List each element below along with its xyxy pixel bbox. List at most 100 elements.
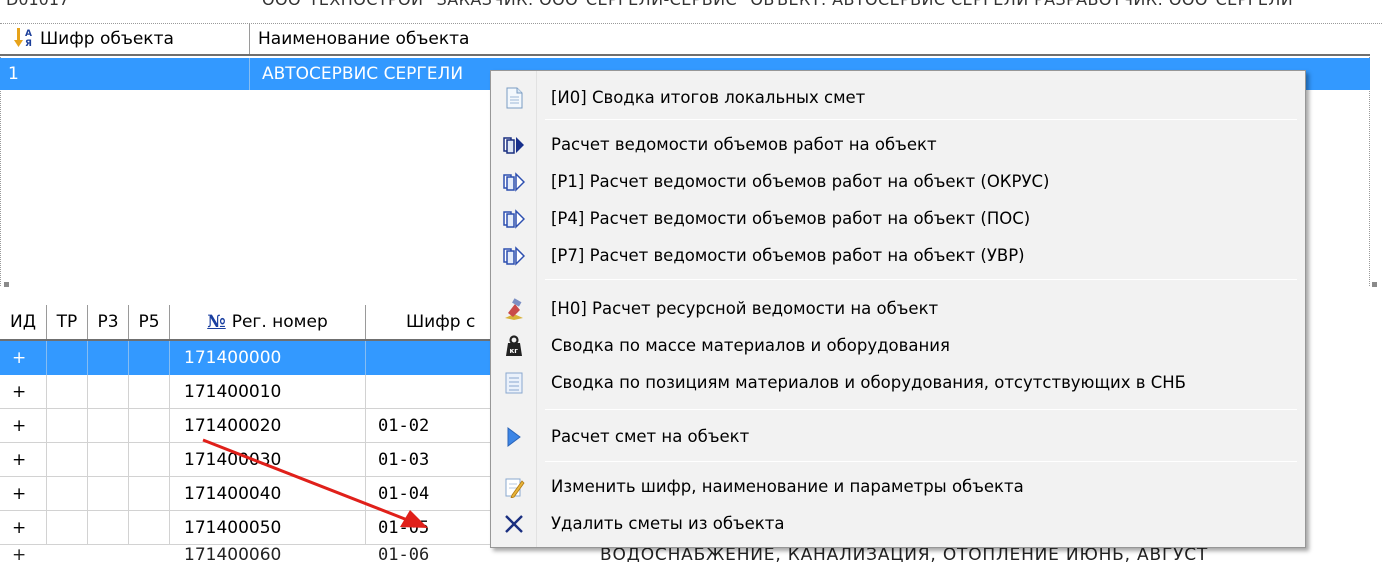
menu-item-calc-volumes-okrus[interactable]: [Р1] Расчет ведомости объемов работ на о… bbox=[493, 165, 1303, 199]
row-id-cell: + bbox=[0, 477, 47, 511]
menu-item-label: Расчет смет на объект bbox=[551, 427, 750, 446]
row-cipher-cell: 01-02 bbox=[378, 416, 430, 436]
estimate-grid-header: ИД ТР Р3 Р5 № Рег. номер Шифр с bbox=[0, 305, 490, 341]
svg-text:Я: Я bbox=[25, 39, 32, 48]
row-id-cell: + bbox=[0, 375, 47, 409]
row-r3-cell bbox=[88, 375, 129, 409]
row-id-cell: + bbox=[0, 443, 47, 477]
menu-separator bbox=[545, 119, 1297, 120]
row-reg-cell: 171400050 bbox=[170, 511, 366, 545]
calc-volume-icon bbox=[503, 209, 525, 229]
column-label: Наименование объекта bbox=[258, 29, 470, 49]
row-tr-cell bbox=[47, 477, 88, 511]
number-sign-icon: № bbox=[207, 312, 226, 332]
document-icon bbox=[506, 87, 523, 109]
column-header-cipher[interactable]: Шифр с bbox=[366, 305, 490, 339]
context-menu: [И0] Сводка итогов локальных смет Расчет… bbox=[490, 70, 1306, 548]
menu-item-calc-volumes-uvr[interactable]: [Р7] Расчет ведомости объемов работ на о… bbox=[493, 239, 1303, 273]
sort-icon: А Я bbox=[14, 28, 32, 48]
row-cipher-cell bbox=[366, 375, 490, 409]
menu-item-label: Расчет ведомости объемов работ на объект bbox=[551, 135, 937, 154]
svg-text:кг: кг bbox=[510, 347, 519, 355]
column-header-reg-number[interactable]: № Рег. номер bbox=[170, 305, 366, 339]
column-header-object-code[interactable]: А Я Шифр объекта bbox=[0, 24, 250, 54]
row-id-cell: + bbox=[0, 511, 47, 545]
row-cipher-cell: 01-04 bbox=[378, 484, 430, 504]
row-r5-cell bbox=[129, 443, 170, 477]
svg-text:А: А bbox=[25, 29, 32, 39]
menu-separator bbox=[545, 279, 1297, 280]
menu-item-label: Изменить шифр, наименование и параметры … bbox=[551, 477, 1024, 496]
row-tr-cell bbox=[47, 409, 88, 443]
row-r5-cell bbox=[129, 341, 170, 375]
menu-item-calc-estimates[interactable]: Расчет смет на объект bbox=[493, 420, 1303, 454]
menu-item-calc-resources[interactable]: [Н0] Расчет ресурсной ведомости на объек… bbox=[493, 292, 1303, 326]
menu-item-delete-estimates[interactable]: Удалить сметы из объекта bbox=[493, 507, 1303, 541]
row-reg-cell: 171400000 bbox=[170, 341, 366, 375]
menu-item-label: Сводка по массе материалов и оборудовани… bbox=[551, 336, 950, 355]
row-r5-cell bbox=[129, 477, 170, 511]
menu-item-calc-volumes-pos[interactable]: [Р4] Расчет ведомости объемов работ на о… bbox=[493, 202, 1303, 236]
row-r3-cell bbox=[88, 409, 129, 443]
table-row[interactable]: + 171400010 bbox=[0, 375, 490, 409]
row-r5-cell bbox=[129, 511, 170, 545]
column-label: Рег. номер bbox=[231, 312, 328, 332]
table-row[interactable]: + 171400050 01-05 bbox=[0, 511, 490, 545]
row-tr-cell bbox=[47, 443, 88, 477]
row-reg-cell: 171400040 bbox=[170, 477, 366, 511]
menu-separator bbox=[545, 409, 1297, 410]
table-row[interactable]: + 171400030 01-03 bbox=[0, 443, 490, 477]
menu-item-edit-object[interactable]: Изменить шифр, наименование и параметры … bbox=[493, 470, 1303, 504]
column-header-r5[interactable]: Р5 bbox=[129, 305, 170, 339]
object-name-cell: АВТОСЕРВИС СЕРГЕЛИ bbox=[262, 64, 464, 84]
row-reg-cell: 171400030 bbox=[170, 443, 366, 477]
row-reg-cell: 171400060 bbox=[184, 545, 282, 562]
table-row[interactable]: + 171400000 bbox=[0, 341, 490, 375]
menu-item-missing-snb-summary[interactable]: Сводка по позициям материалов и оборудов… bbox=[493, 366, 1303, 400]
list-icon bbox=[505, 372, 523, 394]
row-cipher-cell: 01-05 bbox=[378, 518, 430, 538]
object-grid-header: А Я Шифр объекта Наименование объекта bbox=[0, 24, 1370, 56]
menu-item-calc-volumes[interactable]: Расчет ведомости объемов работ на объект bbox=[493, 128, 1303, 162]
menu-item-label: [Р4] Расчет ведомости объемов работ на о… bbox=[551, 209, 1031, 228]
splitter-handle-right[interactable] bbox=[1372, 282, 1377, 287]
row-tr-cell bbox=[47, 511, 88, 545]
delete-icon bbox=[505, 515, 523, 533]
menu-item-label: [Р1] Расчет ведомости объемов работ на о… bbox=[551, 172, 1050, 191]
column-header-id[interactable]: ИД bbox=[0, 305, 47, 339]
splitter-handle-left[interactable] bbox=[4, 282, 9, 287]
menu-item-label: Сводка по позициям материалов и оборудов… bbox=[551, 373, 1186, 392]
menu-separator bbox=[545, 461, 1297, 462]
menu-item-label: [Н0] Расчет ресурсной ведомости на объек… bbox=[551, 299, 939, 318]
row-id-cell: + bbox=[12, 545, 27, 562]
play-icon bbox=[507, 427, 521, 447]
title-strip: D01017 ООО"ТЕХНОСТРОЙ" ЗАКАЗЧИК: ООО"СЕР… bbox=[0, 0, 1382, 24]
resources-icon bbox=[505, 298, 523, 320]
column-header-object-name[interactable]: Наименование объекта bbox=[250, 24, 1370, 54]
title-strip-left: D01017 bbox=[6, 0, 69, 9]
menu-item-label: [Р7] Расчет ведомости объемов работ на о… bbox=[551, 246, 1025, 265]
row-r3-cell bbox=[88, 341, 129, 375]
row-r3-cell bbox=[88, 443, 129, 477]
row-cipher-cell: 01-03 bbox=[378, 450, 430, 470]
row-reg-cell: 171400020 bbox=[170, 409, 366, 443]
menu-item-summary-local-estimates[interactable]: [И0] Сводка итогов локальных смет bbox=[493, 81, 1303, 115]
edit-icon bbox=[505, 478, 525, 498]
row-id-cell: + bbox=[0, 341, 47, 375]
row-r3-cell bbox=[88, 511, 129, 545]
row-tr-cell bbox=[47, 341, 88, 375]
menu-item-label: [И0] Сводка итогов локальных смет bbox=[551, 88, 866, 107]
row-tr-cell bbox=[47, 375, 88, 409]
column-label: Шифр объекта bbox=[40, 29, 174, 49]
column-header-tr[interactable]: ТР bbox=[47, 305, 88, 339]
column-header-r3[interactable]: Р3 bbox=[88, 305, 129, 339]
calc-volume-icon bbox=[503, 137, 524, 154]
row-r3-cell bbox=[88, 477, 129, 511]
table-row[interactable]: + 171400040 01-04 bbox=[0, 477, 490, 511]
menu-item-mass-summary[interactable]: кг Сводка по массе материалов и оборудов… bbox=[493, 329, 1303, 363]
title-strip-right: ООО"ТЕХНОСТРОЙ" ЗАКАЗЧИК: ООО"СЕРГЕЛИ-СЕ… bbox=[262, 0, 1301, 9]
row-id-cell: + bbox=[0, 409, 47, 443]
table-row[interactable]: + 171400020 01-02 bbox=[0, 409, 490, 443]
calc-volume-icon bbox=[503, 172, 525, 192]
menu-item-label: Удалить сметы из объекта bbox=[551, 514, 785, 533]
